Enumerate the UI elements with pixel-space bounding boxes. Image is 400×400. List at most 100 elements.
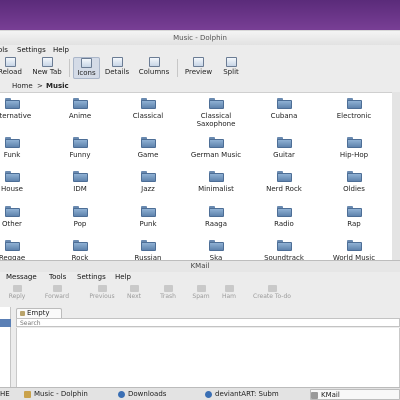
- folder-item[interactable]: Rap: [324, 206, 384, 239]
- forward-button[interactable]: Forward: [38, 285, 76, 303]
- message-list[interactable]: [16, 328, 400, 388]
- taskbar-item-kmail[interactable]: KMail: [310, 389, 400, 400]
- folder-icon: [346, 98, 362, 109]
- search-input[interactable]: [17, 320, 399, 327]
- folder-item[interactable]: Soundtrack: [254, 240, 314, 261]
- next-button[interactable]: Next: [122, 285, 146, 303]
- breadcrumb-home[interactable]: Home: [12, 80, 33, 92]
- folder-item[interactable]: Oldies: [324, 171, 384, 204]
- folder-label: Alternative: [0, 112, 32, 120]
- preview-icon: [193, 57, 204, 67]
- folder-label: Electronic: [336, 112, 372, 120]
- folder-item[interactable]: Minimalist: [186, 171, 246, 204]
- breadcrumb-current[interactable]: Music: [46, 80, 69, 92]
- folder-item[interactable]: Cubana: [254, 98, 314, 131]
- taskbar-item-dolphin[interactable]: Music - Dolphin: [24, 389, 112, 400]
- split-button[interactable]: Split: [220, 57, 242, 79]
- selected-folder[interactable]: [0, 319, 11, 327]
- folder-item[interactable]: Russian: [118, 240, 178, 261]
- folder-label: House: [1, 185, 23, 193]
- folder-item[interactable]: Reggae: [0, 240, 42, 261]
- folder-label: Radio: [274, 220, 294, 228]
- folder-item[interactable]: Nerd Rock: [254, 171, 314, 204]
- folder-item[interactable]: Game: [118, 137, 178, 170]
- folder-item[interactable]: Anime: [50, 98, 110, 131]
- folder-item[interactable]: Guitar: [254, 137, 314, 170]
- folder-item[interactable]: House: [0, 171, 42, 204]
- folder-item[interactable]: Punk: [118, 206, 178, 239]
- folder-item[interactable]: Ska: [186, 240, 246, 261]
- folder-label: Pop: [73, 220, 87, 228]
- folder-item[interactable]: Funk: [0, 137, 42, 170]
- details-view-button[interactable]: Details: [102, 57, 132, 79]
- folder-item[interactable]: Classical Saxophone: [186, 98, 246, 131]
- folder-icon: [4, 137, 20, 148]
- folder-icon: [140, 240, 156, 251]
- tab-empty-label: Empty: [27, 309, 50, 317]
- search-field[interactable]: [16, 318, 400, 327]
- folder-tab-icon: [20, 310, 25, 316]
- taskbar-item-downloads[interactable]: Downloads: [118, 389, 198, 400]
- ham-label: Ham: [221, 293, 237, 300]
- mail-icon: [311, 391, 318, 399]
- folder-item[interactable]: Raaga: [186, 206, 246, 239]
- preview-button[interactable]: Preview: [182, 57, 215, 79]
- folder-item[interactable]: Funny: [50, 137, 110, 170]
- split-label: Split: [223, 68, 239, 76]
- taskbar-item-label: Music - Dolphin: [34, 390, 88, 398]
- create-todo-button[interactable]: Create To-do: [246, 285, 298, 303]
- previous-button[interactable]: Previous: [84, 285, 120, 303]
- folder-item[interactable]: Electronic: [324, 98, 384, 131]
- icons-view-label: Icons: [77, 69, 96, 77]
- folder-item[interactable]: Pop: [50, 206, 110, 239]
- folder-item[interactable]: Alternative: [0, 98, 42, 131]
- folder-label: Other: [2, 220, 22, 228]
- spam-button[interactable]: Spam: [188, 285, 214, 303]
- menu-help[interactable]: Help: [115, 272, 131, 283]
- menu-tools[interactable]: ols: [0, 45, 8, 56]
- folder-item[interactable]: World Music: [324, 240, 384, 261]
- previous-label: Previous: [89, 293, 115, 300]
- folder-item[interactable]: Radio: [254, 206, 314, 239]
- folder-icon: [346, 240, 362, 251]
- trash-button[interactable]: Trash: [154, 285, 182, 303]
- reply-label: Reply: [8, 293, 26, 300]
- kmail-menubar: Message Tools Settings Help: [0, 272, 400, 283]
- folder-label: IDM: [73, 185, 87, 193]
- ham-button[interactable]: Ham: [218, 285, 240, 303]
- folder-icon: [276, 98, 292, 109]
- details-view-label: Details: [104, 68, 130, 76]
- next-icon: [129, 285, 139, 292]
- folder-pane[interactable]: [0, 307, 11, 388]
- folder-item[interactable]: Hip-Hop: [324, 137, 384, 170]
- details-view-icon: [111, 57, 123, 67]
- menu-settings[interactable]: Settings: [17, 45, 46, 56]
- tab-empty[interactable]: Empty: [16, 308, 62, 318]
- folder-icon: [4, 98, 20, 109]
- reload-button[interactable]: Reload: [0, 57, 24, 79]
- folder-item[interactable]: German Music: [186, 137, 246, 170]
- taskbar-item-he[interactable]: HE: [0, 389, 18, 400]
- icons-view-button[interactable]: Icons: [73, 57, 100, 79]
- folder-label: Game: [137, 151, 159, 159]
- folder-label: Classical Saxophone: [196, 112, 236, 128]
- folder-icon: [140, 137, 156, 148]
- folder-item[interactable]: Other: [0, 206, 42, 239]
- trash-icon: [163, 285, 173, 292]
- columns-view-button[interactable]: Columns: [136, 57, 172, 79]
- reload-icon: [4, 57, 16, 67]
- menu-settings[interactable]: Settings: [77, 272, 106, 283]
- taskbar-item-deviantart[interactable]: deviantART: Subm: [205, 389, 305, 400]
- menu-tools[interactable]: Tools: [49, 272, 66, 283]
- folder-item[interactable]: IDM: [50, 171, 110, 204]
- folder-item[interactable]: Jazz: [118, 171, 178, 204]
- breadcrumb: Home > Music: [0, 80, 400, 92]
- vertical-scrollbar[interactable]: [392, 92, 400, 261]
- new-tab-button[interactable]: New Tab: [28, 57, 66, 79]
- menu-help[interactable]: Help: [53, 45, 69, 56]
- folder-item[interactable]: Rock: [50, 240, 110, 261]
- folder-item[interactable]: Classical: [118, 98, 178, 131]
- menu-message[interactable]: Message: [6, 272, 37, 283]
- reply-button[interactable]: Reply: [2, 285, 32, 303]
- toolbar-separator: [177, 59, 178, 77]
